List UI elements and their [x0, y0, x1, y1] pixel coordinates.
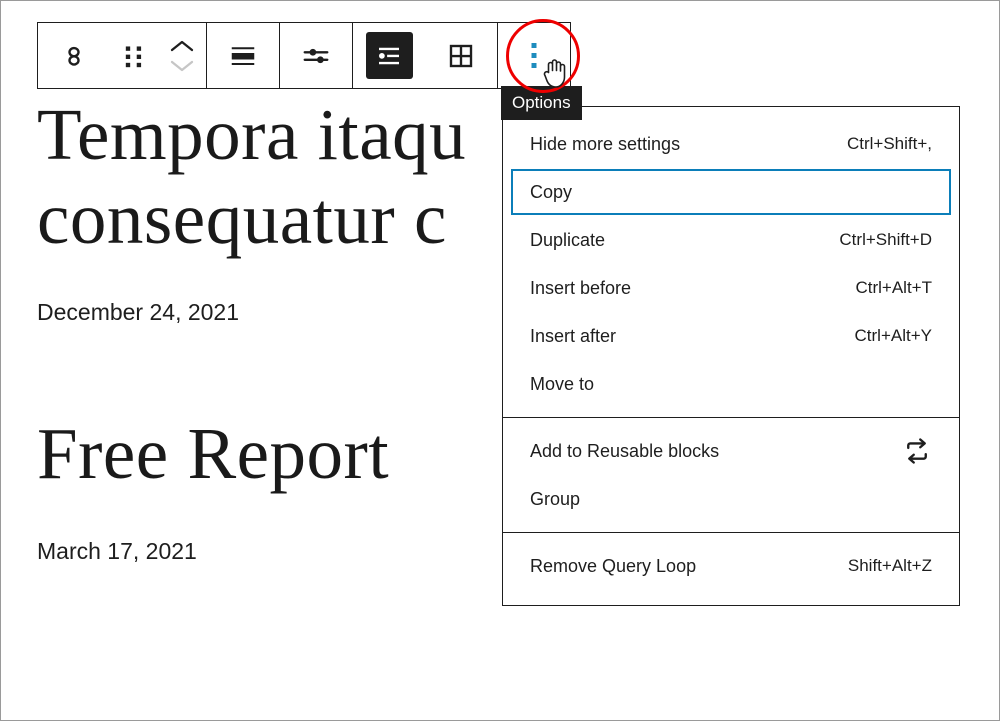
drag-handle-button[interactable]	[110, 23, 158, 88]
chevron-down-icon	[170, 60, 194, 71]
chevron-up-icon[interactable]	[169, 39, 195, 54]
movers	[169, 39, 195, 73]
menu-item-copy[interactable]: Copy	[511, 169, 951, 215]
toolbar-group-settings	[280, 23, 353, 88]
options-tooltip: Options	[501, 86, 582, 120]
drag-dots-icon	[125, 45, 142, 67]
menu-item-insert-after[interactable]: Insert after Ctrl+Alt+Y	[511, 313, 951, 359]
menu-item-label: Group	[530, 488, 581, 509]
menu-item-label: Duplicate	[530, 229, 606, 250]
list-view-active-bg	[365, 32, 413, 79]
menu-item-shortcut: Ctrl+Alt+T	[855, 278, 932, 297]
menu-item-insert-before[interactable]: Insert before Ctrl+Alt+T	[511, 265, 951, 311]
list-view-icon	[379, 47, 399, 64]
query-loop-block-icon-button[interactable]	[38, 23, 110, 88]
sliders-icon	[303, 48, 329, 63]
toolbar-group-layout	[353, 23, 498, 88]
menu-section-remove: Remove Query Loop Shift+Alt+Z	[503, 532, 959, 599]
editor-canvas: Tempora itaqu consequatur c December 24,…	[0, 0, 1000, 721]
menu-item-group[interactable]: Group	[511, 476, 951, 522]
menu-item-move-to[interactable]: Move to	[511, 361, 951, 407]
menu-item-duplicate[interactable]: Duplicate Ctrl+Shift+D	[511, 217, 951, 263]
menu-section-primary: Hide more settings Ctrl+Shift+, Copy Dup…	[503, 115, 959, 417]
display-settings-button[interactable]	[280, 23, 352, 88]
align-wide-button[interactable]	[207, 23, 279, 88]
menu-item-label: Hide more settings	[530, 133, 681, 154]
menu-item-shortcut: Ctrl+Alt+Y	[854, 326, 932, 345]
list-view-button[interactable]	[353, 23, 425, 88]
menu-item-shortcut: Shift+Alt+Z	[847, 556, 932, 575]
move-updown-button[interactable]	[158, 23, 206, 88]
menu-item-label: Copy	[530, 181, 573, 202]
menu-item-remove-query-loop[interactable]: Remove Query Loop Shift+Alt+Z	[511, 543, 951, 589]
menu-item-hide-more-settings[interactable]: Hide more settings Ctrl+Shift+,	[511, 121, 951, 167]
align-wide-icon	[231, 46, 255, 65]
options-button[interactable]	[498, 23, 570, 88]
menu-item-shortcut: Ctrl+Shift+,	[846, 134, 932, 153]
menu-item-label: Move to	[530, 373, 595, 394]
toolbar-group-block	[38, 23, 207, 88]
grid-view-icon	[449, 44, 473, 67]
block-toolbar	[37, 22, 571, 89]
menu-item-label: Remove Query Loop	[530, 555, 697, 576]
menu-item-shortcut: Ctrl+Shift+D	[839, 230, 932, 249]
menu-item-label: Insert after	[530, 325, 617, 346]
menu-section-reusable: Add to Reusable blocks Group	[503, 417, 959, 532]
menu-item-label: Insert before	[530, 277, 632, 298]
reusable-blocks-icon	[902, 436, 932, 466]
menu-item-label: Add to Reusable blocks	[530, 440, 720, 461]
toolbar-group-options	[498, 23, 570, 88]
query-loop-icon	[68, 46, 80, 66]
toolbar-group-align	[207, 23, 280, 88]
menu-item-add-to-reusable-blocks[interactable]: Add to Reusable blocks	[511, 428, 951, 474]
more-vertical-icon	[531, 42, 537, 68]
grid-view-button[interactable]	[425, 23, 497, 88]
options-dropdown: Hide more settings Ctrl+Shift+, Copy Dup…	[502, 106, 960, 606]
